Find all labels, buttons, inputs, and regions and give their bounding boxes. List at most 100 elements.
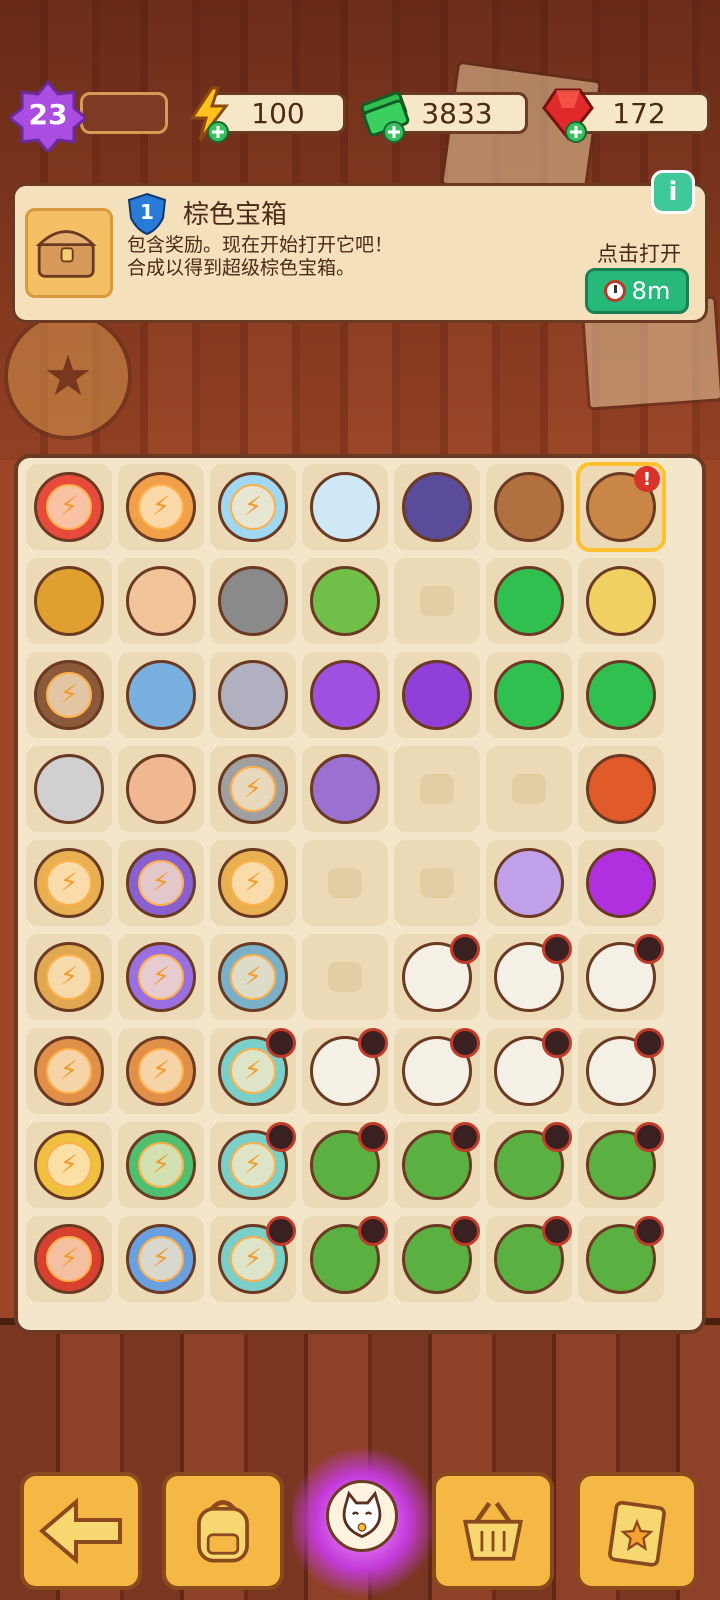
board-cell[interactable]: ! (576, 462, 666, 552)
board-cell[interactable]: ⚡ (210, 1028, 296, 1114)
board-cell[interactable] (394, 934, 480, 1020)
board-cell[interactable] (486, 934, 572, 1020)
board-cell[interactable] (578, 1028, 664, 1114)
cooldown-timer-icon (266, 1122, 296, 1152)
board-cell[interactable] (302, 558, 388, 644)
board-cell[interactable]: ⚡ (210, 464, 296, 550)
board-cell[interactable] (486, 558, 572, 644)
ladybug-icon (586, 754, 656, 824)
saw-icon (34, 754, 104, 824)
board-cell[interactable] (486, 652, 572, 738)
board-cell[interactable]: ⚡ (118, 1216, 204, 1302)
open-chest-button[interactable]: 8m (585, 268, 689, 314)
cooldown-timer-icon (542, 1216, 572, 1246)
cooldown-timer-icon (634, 1216, 664, 1246)
cash-small-icon (494, 660, 564, 730)
open-hint-label: 点击打开 (597, 242, 681, 266)
info-button[interactable]: i (651, 170, 695, 214)
rake-icon (218, 660, 288, 730)
basket-icon (462, 1501, 524, 1561)
board-cell[interactable]: ⚡ (210, 1216, 296, 1302)
cooldown-timer-icon (542, 1028, 572, 1058)
tasks-button[interactable] (576, 1472, 698, 1590)
board-cell[interactable] (486, 746, 572, 832)
board-cell[interactable]: ⚡ (210, 746, 296, 832)
board-cell[interactable] (486, 1122, 572, 1208)
board-cell[interactable] (394, 464, 480, 550)
board-cell[interactable] (394, 1028, 480, 1114)
board-cell[interactable] (26, 746, 112, 832)
backpack-icon (197, 1500, 249, 1563)
energy-value: 100 (251, 96, 305, 130)
board-cell[interactable] (486, 1216, 572, 1302)
cooldown-timer-icon (542, 1122, 572, 1152)
cooldown-timer-icon (266, 1216, 296, 1246)
back-button[interactable] (20, 1472, 142, 1590)
board-cell[interactable] (578, 934, 664, 1020)
small-moth-icon (494, 848, 564, 918)
ornate-vase-icon (126, 754, 196, 824)
backpack-button[interactable] (162, 1472, 284, 1590)
lucky-cat-button[interactable] (326, 1480, 398, 1552)
cooldown-timer-icon (358, 1216, 388, 1246)
energy-lock-icon: ⚡ (230, 1142, 276, 1188)
board-cell[interactable]: ⚡ (210, 1122, 296, 1208)
board-cell[interactable] (302, 1028, 388, 1114)
board-cell[interactable] (302, 746, 388, 832)
board-cell[interactable] (210, 652, 296, 738)
board-cell[interactable]: ⚡ (118, 840, 204, 926)
board-cell[interactable]: ⚡ (118, 1122, 204, 1208)
board-cell[interactable]: ⚡ (26, 1122, 112, 1208)
board-cell[interactable]: ⚡ (26, 652, 112, 738)
board-cell[interactable]: ⚡ (26, 1216, 112, 1302)
energy-lock-icon: ⚡ (46, 672, 92, 718)
board-cell[interactable] (578, 1216, 664, 1302)
board-cell[interactable]: ⚡ (26, 840, 112, 926)
board-cell[interactable] (394, 1122, 480, 1208)
board-cell[interactable]: ⚡ (118, 934, 204, 1020)
board-cell[interactable]: ⚡ (210, 934, 296, 1020)
lucky-cat-icon (342, 1490, 382, 1539)
board-cell[interactable] (26, 558, 112, 644)
board-cell[interactable] (302, 652, 388, 738)
board-cell[interactable]: ⚡ (26, 1028, 112, 1114)
board-cell[interactable] (302, 934, 388, 1020)
energy-lock-icon: ⚡ (138, 484, 184, 530)
board-cell[interactable]: ⚡ (26, 464, 112, 550)
player-level: 23 (28, 98, 68, 131)
board-cell[interactable] (578, 746, 664, 832)
energy-lock-icon: ⚡ (138, 1048, 184, 1094)
golden-trophy-icon (34, 566, 104, 636)
board-cell[interactable] (578, 840, 664, 926)
shop-basket-button[interactable] (432, 1472, 554, 1590)
board-cell[interactable] (394, 840, 480, 926)
treasure-chest-icon (35, 230, 97, 278)
ice-table-icon (310, 472, 380, 542)
cooldown-timer-icon (450, 934, 480, 964)
board-cell[interactable] (394, 1216, 480, 1302)
board-cell[interactable]: ⚡ (118, 464, 204, 550)
board-cell[interactable] (302, 1216, 388, 1302)
item-title: 棕色宝箱 (183, 200, 288, 230)
vase-icon (126, 566, 196, 636)
board-cell[interactable] (210, 558, 296, 644)
cooldown-timer-icon (266, 1028, 296, 1058)
board-cell[interactable] (486, 1028, 572, 1114)
board-cell[interactable] (394, 746, 480, 832)
board-cell[interactable] (578, 558, 664, 644)
board-cell[interactable] (118, 652, 204, 738)
board-cell[interactable]: ⚡ (118, 1028, 204, 1114)
board-cell[interactable] (394, 652, 480, 738)
board-cell[interactable] (394, 558, 480, 644)
board-cell[interactable]: ⚡ (210, 840, 296, 926)
board-cell[interactable] (578, 652, 664, 738)
board-cell[interactable] (486, 464, 572, 550)
board-cell[interactable] (486, 840, 572, 926)
board-cell[interactable] (118, 558, 204, 644)
board-cell[interactable] (302, 1122, 388, 1208)
board-cell[interactable] (578, 1122, 664, 1208)
board-cell[interactable]: ⚡ (26, 934, 112, 1020)
board-cell[interactable] (302, 840, 388, 926)
board-cell[interactable] (118, 746, 204, 832)
board-cell[interactable] (302, 464, 388, 550)
